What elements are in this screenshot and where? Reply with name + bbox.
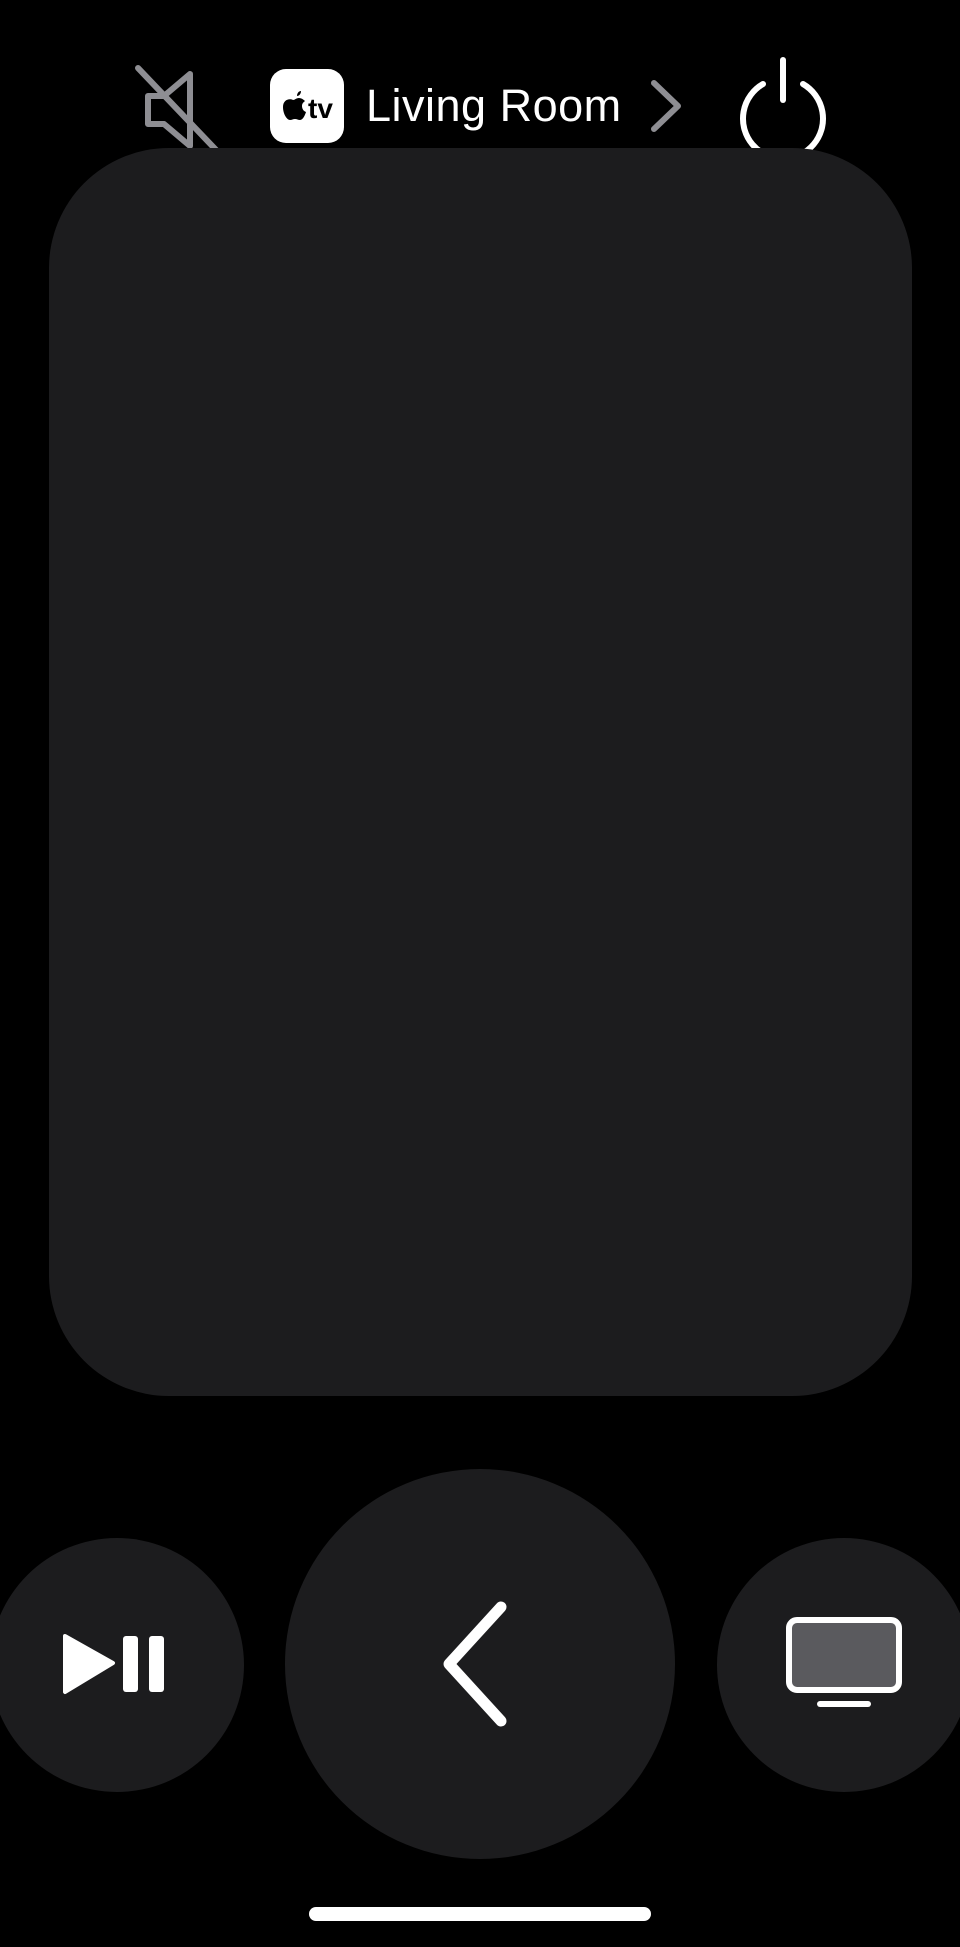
apple-tv-icon: tv [270, 69, 344, 143]
device-picker[interactable]: tv Living Room [270, 64, 688, 148]
mute-button[interactable] [128, 60, 228, 160]
tv-button[interactable] [717, 1538, 960, 1792]
touch-surface[interactable] [49, 148, 912, 1396]
back-button[interactable] [285, 1469, 675, 1859]
play-pause-button[interactable] [0, 1538, 244, 1792]
speaker-muted-icon [135, 65, 221, 155]
tv-icon [786, 1617, 902, 1707]
device-name: Living Room [366, 80, 622, 131]
chevron-right-icon [650, 80, 681, 132]
power-icon [740, 57, 826, 162]
chevron-left-icon [443, 1601, 507, 1727]
home-indicator[interactable] [309, 1907, 651, 1921]
apple-tv-badge-label: tv [308, 93, 333, 124]
power-button[interactable] [733, 50, 833, 162]
play-pause-icon [63, 1634, 164, 1694]
